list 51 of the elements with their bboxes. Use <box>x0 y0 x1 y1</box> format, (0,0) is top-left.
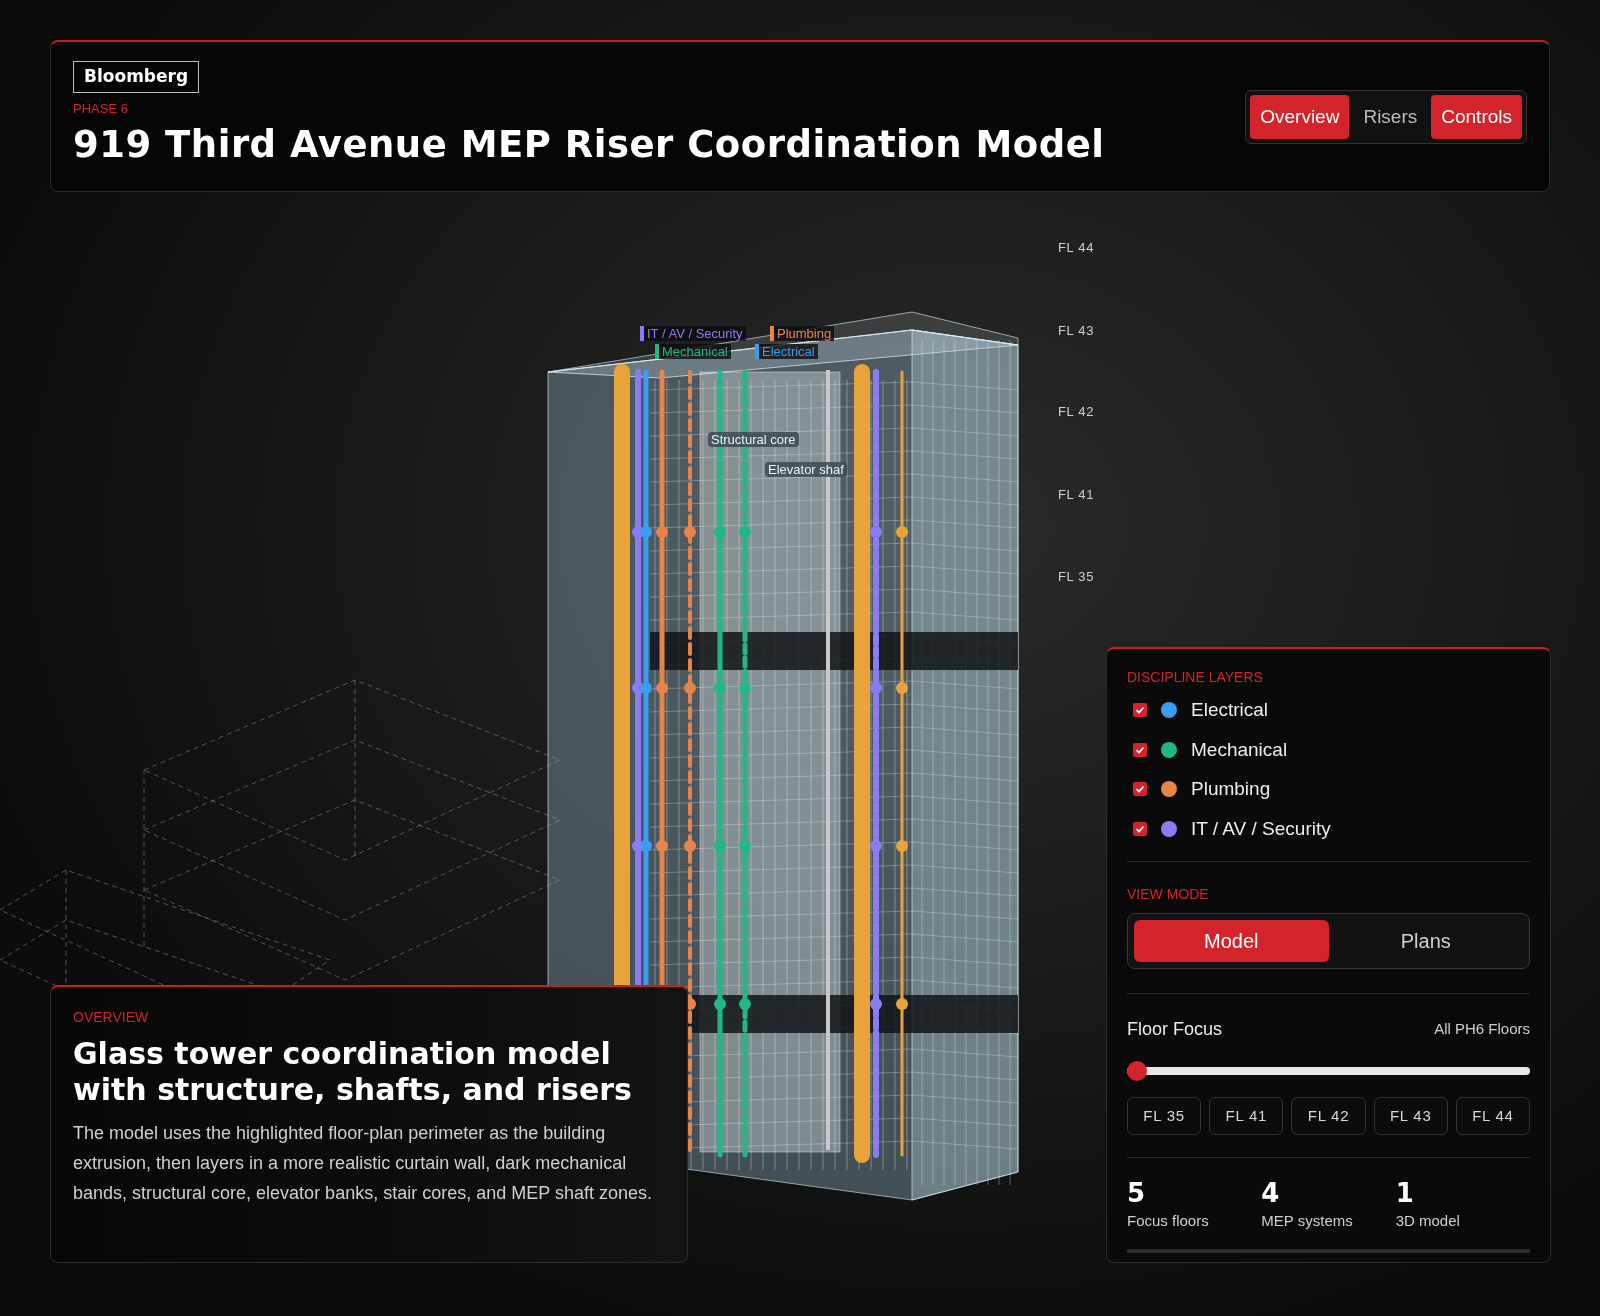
floor-chip[interactable]: FL 42 <box>1291 1097 1366 1135</box>
layer-label: Plumbing <box>1191 777 1271 801</box>
view-mode-option[interactable]: Plans <box>1328 920 1523 962</box>
slider-thumb[interactable] <box>1127 1061 1147 1081</box>
layer-label: IT / AV / Security <box>1191 816 1331 841</box>
floor-label: FL 42 <box>1058 403 1094 421</box>
stat-label: MEP systems <box>1261 1211 1354 1231</box>
phase-label: PHASE 6 <box>73 99 129 118</box>
floor-chip[interactable]: FL 41 <box>1209 1097 1284 1135</box>
floor-focus-value: All PH6 Floors <box>1434 1019 1530 1040</box>
layer-label: Mechanical <box>1191 737 1288 762</box>
floor-chip[interactable]: FL 44 <box>1455 1097 1530 1135</box>
stat-label: 3D model <box>1395 1211 1461 1231</box>
page-title: 919 Third Avenue MEP Riser Coordination Model <box>73 122 1105 168</box>
floor-label: FL 35 <box>1058 568 1094 586</box>
floor-label: FL 43 <box>1058 322 1094 340</box>
element-label: Elevator shaf <box>765 462 847 477</box>
floor-label: FL 44 <box>1058 239 1094 257</box>
section-label: DISCIPLINE LAYERS <box>1127 668 1264 687</box>
stat-value: 1 <box>1395 1180 1415 1206</box>
overview-description: The model uses the highlighted floor-plan perimeter as the building extrusion, then layers in a more realistic curtain wall, dark mechanical bands, structural core, elevator banks, stair cores, and MEP shaft zones. <box>73 1122 653 1205</box>
stat-label: Focus floors <box>1127 1211 1210 1231</box>
nav-tab[interactable]: Controls <box>1431 94 1522 140</box>
stat-value: 5 <box>1127 1180 1147 1206</box>
riser-label: Mechanical <box>655 344 731 359</box>
section-label: VIEW MODE <box>1127 885 1210 904</box>
layer-checkbox[interactable] <box>1133 742 1147 757</box>
riser-label: Plumbing <box>770 326 835 341</box>
layer-checkbox[interactable] <box>1133 703 1147 718</box>
check-icon <box>1135 823 1145 834</box>
floor-slider[interactable] <box>1127 1061 1530 1081</box>
floor-focus-label: Floor Focus <box>1127 1018 1223 1041</box>
floor-label: FL 41 <box>1058 486 1094 504</box>
element-label: Structural core <box>708 432 799 447</box>
nav-tab[interactable]: Risers <box>1353 94 1428 140</box>
check-icon <box>1135 744 1145 755</box>
floor-chip[interactable]: FL 35 <box>1127 1097 1202 1135</box>
layer-checkbox[interactable] <box>1133 782 1147 797</box>
check-icon <box>1135 705 1145 716</box>
overview-title: Glass tower coordination model with structure, shafts, and risers <box>73 1036 633 1108</box>
brand-logo: Bloomberg <box>73 61 200 93</box>
nav-tab[interactable]: Overview <box>1250 94 1350 140</box>
layer-checkbox[interactable] <box>1133 821 1147 836</box>
section-label: OVERVIEW <box>73 1008 150 1027</box>
riser-label: Electrical <box>755 344 818 359</box>
riser-label: IT / AV / Security <box>640 326 746 341</box>
stat-value: 4 <box>1261 1180 1281 1206</box>
layer-label: Electrical <box>1191 698 1269 722</box>
floor-chip[interactable]: FL 43 <box>1373 1097 1448 1135</box>
check-icon <box>1135 784 1145 795</box>
view-mode-option[interactable]: Model <box>1134 920 1329 962</box>
